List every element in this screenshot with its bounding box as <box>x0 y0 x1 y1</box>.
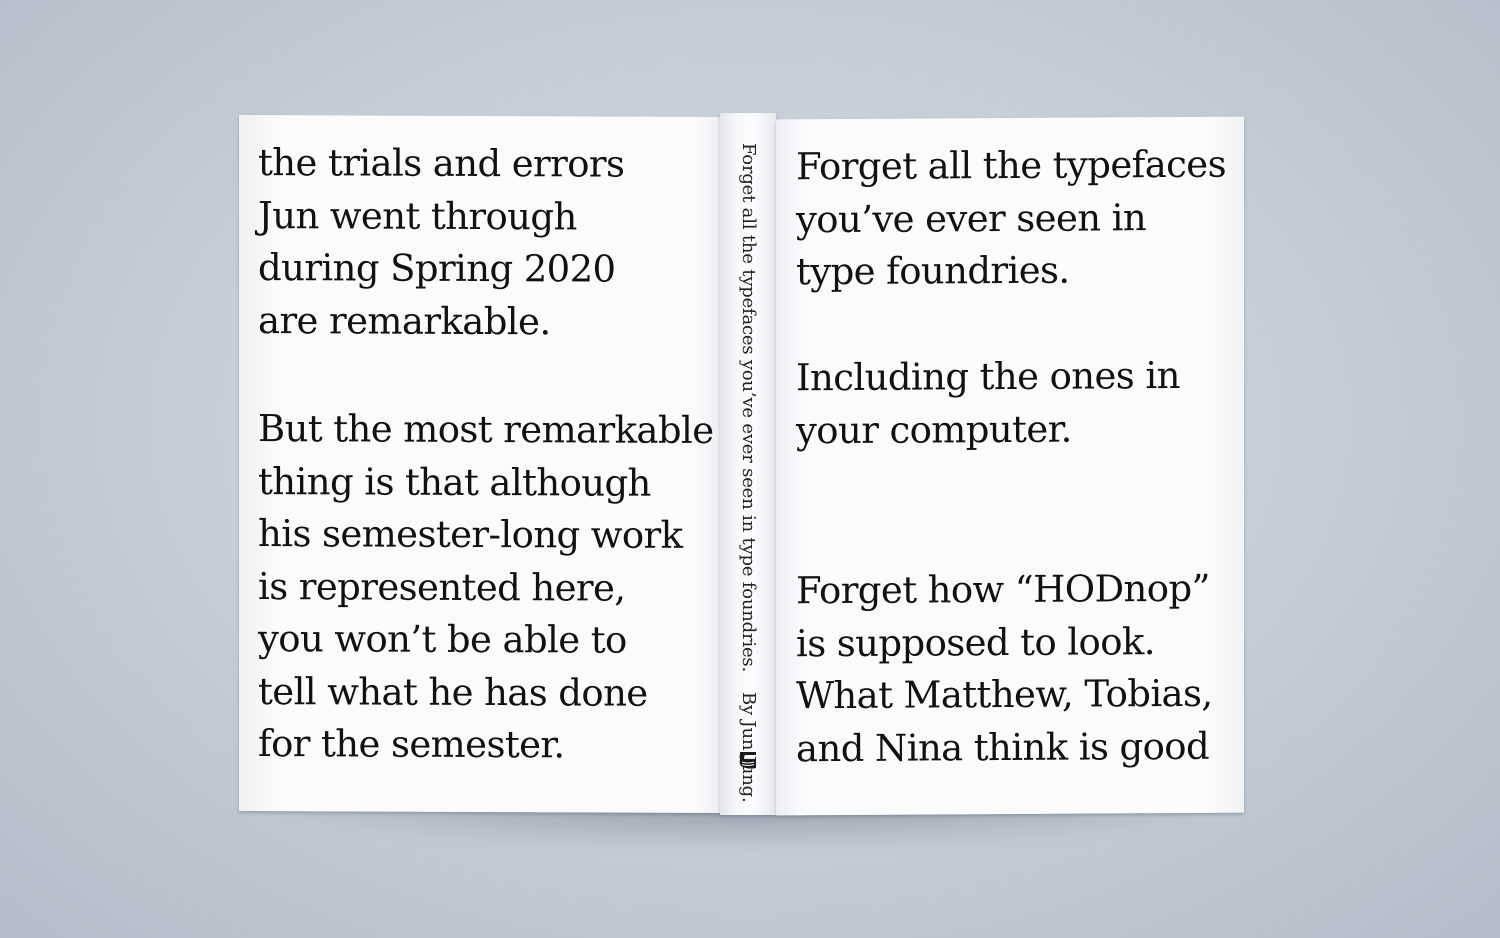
spine-byline: By Jun Jung. <box>738 691 759 803</box>
text-line: tell what he has done <box>258 669 648 715</box>
text-line: But the most remarkable <box>258 407 714 453</box>
back-cover: the trials and errors Jun went through d… <box>239 114 720 814</box>
text-line: thing is that although <box>258 459 651 505</box>
shell-logo-icon <box>739 752 756 769</box>
text-line: you won’t be able to <box>258 617 627 662</box>
front-cover: Forget all the typefaces you’ve ever see… <box>776 116 1244 816</box>
text-line: What Matthew, Tobias, <box>796 671 1213 718</box>
text-line: his semester-long work <box>258 512 683 557</box>
text-line: and Nina think is good <box>796 724 1210 770</box>
back-cover-paragraph-1: the trials and errors Jun went through d… <box>258 137 624 349</box>
front-cover-paragraph-2: Including the ones in your computer. <box>796 350 1180 457</box>
text-line: Jun went through <box>258 193 577 238</box>
text-line: during Spring 2020 <box>258 246 616 291</box>
front-cover-paragraph-3: Forget how “HODnop” is supposed to look.… <box>796 563 1213 776</box>
text-line: Forget how “HODnop” <box>796 566 1210 613</box>
text-line: Forget all the typefaces <box>796 142 1226 189</box>
text-line: are remarkable. <box>258 298 551 343</box>
text-line: you’ve ever seen in <box>796 195 1147 241</box>
text-line: Including the ones in <box>796 353 1180 400</box>
text-line: type foundries. <box>796 248 1070 294</box>
front-cover-paragraph-1: Forget all the typefaces you’ve ever see… <box>796 139 1226 299</box>
text-line: for the semester. <box>258 722 565 767</box>
book-spine: Forget all the typefaces you’ve ever see… <box>720 113 776 815</box>
text-line: is represented here, <box>258 564 626 610</box>
text-line: the trials and errors <box>258 141 625 186</box>
spine-text: Forget all the typefaces you’ve ever see… <box>734 143 762 802</box>
text-line: your computer. <box>796 407 1072 452</box>
back-cover-paragraph-2: But the most remarkable thing is that al… <box>258 403 714 772</box>
text-line: is supposed to look. <box>796 619 1155 665</box>
spine-title: Forget all the typefaces you’ve ever see… <box>738 143 759 672</box>
